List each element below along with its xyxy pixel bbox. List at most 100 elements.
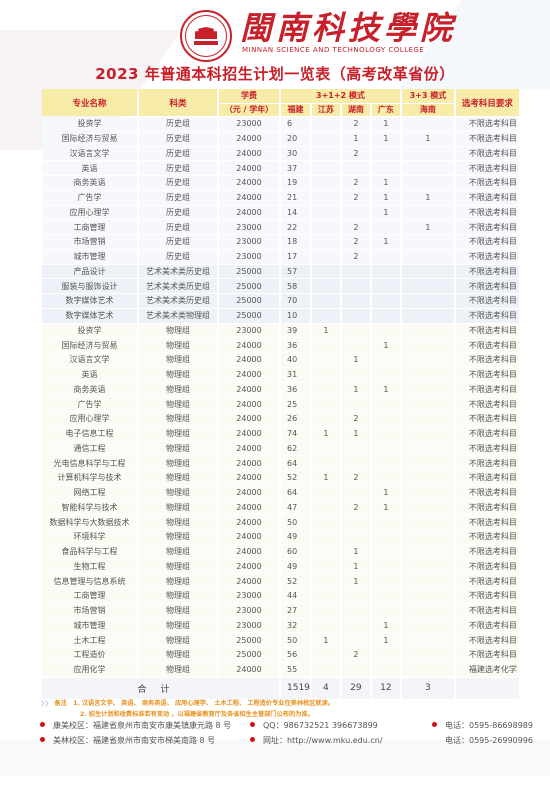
fee-cell: 24000 bbox=[219, 456, 279, 470]
hainan-count-cell bbox=[401, 279, 454, 293]
jiangsu-count-cell bbox=[311, 338, 340, 352]
hunan-count-cell: 2 bbox=[341, 249, 370, 264]
hainan-count-cell bbox=[401, 294, 454, 308]
fujian-count-cell: 27 bbox=[281, 603, 310, 618]
major-cell: 商务英语 bbox=[42, 176, 137, 190]
fujian-count-cell: 14 bbox=[281, 205, 310, 220]
hainan-count-cell bbox=[401, 412, 454, 426]
hainan-count-cell bbox=[401, 662, 454, 677]
fee-cell: 23000 bbox=[219, 323, 279, 338]
fujian-count-cell: 64 bbox=[281, 456, 310, 470]
table-row: 环境科学 物理组 24000 49 不限选考科目 bbox=[42, 530, 519, 544]
hunan-count-cell bbox=[341, 397, 370, 411]
table-row: 工商管理 物理组 23000 44 不限选考科目 bbox=[42, 589, 519, 603]
category-cell: 历史组 bbox=[139, 146, 217, 161]
table-row: 光电信息科学与工程 物理组 24000 64 不限选考科目 bbox=[42, 456, 519, 470]
table-row: 土木工程 物理组 25000 50 1 1 不限选考科目 bbox=[42, 633, 519, 647]
requirement-cell: 不限选考科目 bbox=[455, 176, 519, 190]
major-cell: 产品设计 bbox=[42, 264, 137, 279]
guangdong-count-cell bbox=[371, 456, 400, 470]
fujian-count-cell: 52 bbox=[281, 574, 310, 588]
hunan-count-cell: 2 bbox=[341, 412, 370, 426]
fee-cell: 24000 bbox=[219, 353, 279, 367]
guangdong-count-cell bbox=[371, 441, 400, 456]
category-cell: 物理组 bbox=[139, 367, 217, 382]
website-link[interactable]: 网址：http://www.mku.edu.cn/ bbox=[263, 736, 383, 745]
contact-website: 网址：http://www.mku.edu.cn/ bbox=[250, 735, 383, 746]
total-requirement bbox=[455, 677, 519, 699]
jiangsu-count-cell bbox=[311, 618, 340, 633]
fee-cell: 23000 bbox=[219, 235, 279, 249]
guangdong-count-cell: 1 bbox=[371, 485, 400, 500]
hunan-count-cell: 2 bbox=[341, 220, 370, 234]
category-cell: 物理组 bbox=[139, 323, 217, 338]
guangdong-count-cell bbox=[371, 559, 400, 574]
hunan-count-cell: 2 bbox=[341, 117, 370, 131]
requirement-cell: 不限选考科目 bbox=[455, 264, 519, 279]
fujian-count-cell: 6 bbox=[281, 117, 310, 131]
contact-phone-2: 电话：0595-26990996 bbox=[445, 735, 533, 746]
major-cell: 应用心理学 bbox=[42, 412, 137, 426]
requirement-cell: 不限选考科目 bbox=[455, 382, 519, 397]
jiangsu-count-cell bbox=[311, 648, 340, 662]
category-cell: 物理组 bbox=[139, 574, 217, 588]
hunan-count-cell bbox=[341, 264, 370, 279]
major-cell: 服装与服饰设计 bbox=[42, 279, 137, 293]
requirement-cell: 不限选考科目 bbox=[455, 471, 519, 485]
requirement-cell: 不限选考科目 bbox=[455, 190, 519, 205]
total-label: 合计 bbox=[42, 677, 279, 699]
table-row: 信息管理与信息系统 物理组 24000 52 1 不限选考科目 bbox=[42, 574, 519, 588]
major-cell: 工程造价 bbox=[42, 648, 137, 662]
hainan-count-cell bbox=[401, 648, 454, 662]
fujian-count-cell: 21 bbox=[281, 190, 310, 205]
guangdong-count-cell bbox=[371, 264, 400, 279]
fee-cell: 24000 bbox=[219, 559, 279, 574]
major-cell: 市场营销 bbox=[42, 235, 137, 249]
guangdong-count-cell bbox=[371, 308, 400, 323]
hunan-count-cell: 1 bbox=[341, 353, 370, 367]
category-cell: 历史组 bbox=[139, 131, 217, 146]
hunan-count-cell bbox=[341, 367, 370, 382]
category-cell: 物理组 bbox=[139, 426, 217, 441]
jiangsu-count-cell bbox=[311, 574, 340, 588]
major-cell: 投资学 bbox=[42, 323, 137, 338]
hunan-count-cell bbox=[341, 441, 370, 456]
bullet-icon bbox=[40, 737, 45, 742]
fujian-count-cell: 70 bbox=[281, 294, 310, 308]
major-cell: 汉语言文学 bbox=[42, 353, 137, 367]
category-cell: 物理组 bbox=[139, 441, 217, 456]
requirement-cell: 福建选考化学 bbox=[455, 662, 519, 677]
jiangsu-count-cell bbox=[311, 589, 340, 603]
table-row: 英语 物理组 24000 31 不限选考科目 bbox=[42, 367, 519, 382]
page-header: 閩南科技學院 MINNAN SCIENCE AND TECHNOLOGY COL… bbox=[0, 0, 550, 62]
category-cell: 物理组 bbox=[139, 662, 217, 677]
fee-cell: 24000 bbox=[219, 500, 279, 515]
major-cell: 数字媒体艺术 bbox=[42, 294, 137, 308]
hainan-count-cell bbox=[401, 589, 454, 603]
total-hainan: 3 bbox=[401, 677, 454, 699]
hunan-count-cell bbox=[341, 618, 370, 633]
guangdong-count-cell: 1 bbox=[371, 235, 400, 249]
fee-cell: 24000 bbox=[219, 441, 279, 456]
jiangsu-count-cell bbox=[311, 146, 340, 161]
category-cell: 物理组 bbox=[139, 633, 217, 647]
requirement-cell: 不限选考科目 bbox=[455, 530, 519, 544]
major-cell: 通信工程 bbox=[42, 441, 137, 456]
fee-cell: 24000 bbox=[219, 426, 279, 441]
hainan-count-cell bbox=[401, 205, 454, 220]
hainan-count-cell bbox=[401, 249, 454, 264]
guangdong-count-cell bbox=[371, 294, 400, 308]
category-cell: 物理组 bbox=[139, 618, 217, 633]
category-cell: 历史组 bbox=[139, 220, 217, 234]
hunan-count-cell bbox=[341, 603, 370, 618]
header-category: 科类 bbox=[139, 89, 217, 116]
fujian-count-cell: 50 bbox=[281, 515, 310, 529]
table-row: 食品科学与工程 物理组 24000 60 1 不限选考科目 bbox=[42, 544, 519, 559]
hunan-count-cell: 2 bbox=[341, 190, 370, 205]
jiangsu-count-cell bbox=[311, 367, 340, 382]
hainan-count-cell bbox=[401, 161, 454, 175]
requirement-cell: 不限选考科目 bbox=[455, 205, 519, 220]
hunan-count-cell: 1 bbox=[341, 382, 370, 397]
major-cell: 电子信息工程 bbox=[42, 426, 137, 441]
fee-cell: 24000 bbox=[219, 397, 279, 411]
